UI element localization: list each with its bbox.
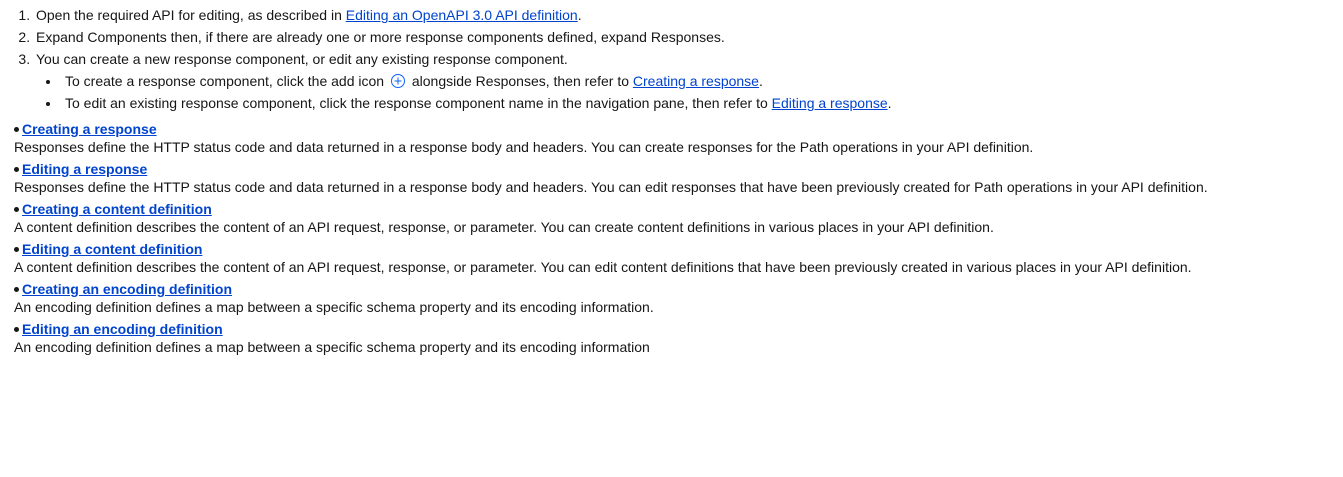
substep-edit-end: . — [887, 95, 892, 111]
related-link-creating-content-definition[interactable]: Creating a content definition — [22, 200, 1337, 218]
substep-create: To create a response component, click th… — [61, 72, 1337, 90]
related-item: Creating a response Responses define the… — [14, 120, 1337, 156]
related-link-editing-content-definition[interactable]: Editing a content definition — [22, 240, 1337, 258]
related-description: An encoding definition defines a map bet… — [14, 339, 650, 355]
step-1-text: Open the required API for editing, as de… — [36, 7, 346, 23]
editing-response-inline-link[interactable]: Editing a response — [772, 95, 888, 111]
substep-create-end: . — [758, 73, 763, 89]
related-description: An encoding definition defines a map bet… — [14, 299, 654, 315]
step-2-text: Expand Components then, if there are alr… — [36, 29, 725, 45]
step-3-text: You can create a new response component,… — [36, 51, 568, 67]
related-item: Editing an encoding definition An encodi… — [14, 320, 1337, 356]
related-description: A content definition describes the conte… — [14, 219, 994, 235]
substep-edit-text: To edit an existing response component, … — [65, 95, 772, 111]
related-link-editing-response[interactable]: Editing a response — [22, 160, 1337, 178]
substep-create-middle: alongside Responses, then refer to — [407, 73, 633, 89]
related-link-creating-response[interactable]: Creating a response — [22, 120, 1337, 138]
related-item: Editing a response Responses define the … — [14, 160, 1337, 196]
related-item: Editing a content definition A content d… — [14, 240, 1337, 276]
step-3: You can create a new response component,… — [34, 50, 1337, 112]
related-link-editing-encoding-definition[interactable]: Editing an encoding definition — [22, 320, 1337, 338]
related-item: Creating an encoding definition An encod… — [14, 280, 1337, 316]
editing-openapi-link[interactable]: Editing an OpenAPI 3.0 API definition — [346, 7, 578, 23]
step-3-substeps: To create a response component, click th… — [36, 72, 1337, 112]
procedure-page: Open the required API for editing, as de… — [0, 0, 1343, 356]
substep-edit: To edit an existing response component, … — [61, 94, 1337, 112]
step-2: Expand Components then, if there are alr… — [34, 28, 1337, 46]
add-circle-icon — [390, 73, 406, 89]
creating-response-inline-link[interactable]: Creating a response — [633, 73, 759, 89]
steps-list: Open the required API for editing, as de… — [14, 6, 1337, 112]
step-1: Open the required API for editing, as de… — [34, 6, 1337, 24]
substep-create-text: To create a response component, click th… — [65, 73, 388, 89]
related-link-creating-encoding-definition[interactable]: Creating an encoding definition — [22, 280, 1337, 298]
related-description: Responses define the HTTP status code an… — [14, 179, 1208, 195]
related-item: Creating a content definition A content … — [14, 200, 1337, 236]
step-1-end: . — [577, 7, 582, 23]
related-links-list: Creating a response Responses define the… — [14, 120, 1337, 356]
related-description: Responses define the HTTP status code an… — [14, 139, 1034, 155]
related-description: A content definition describes the conte… — [14, 259, 1192, 275]
